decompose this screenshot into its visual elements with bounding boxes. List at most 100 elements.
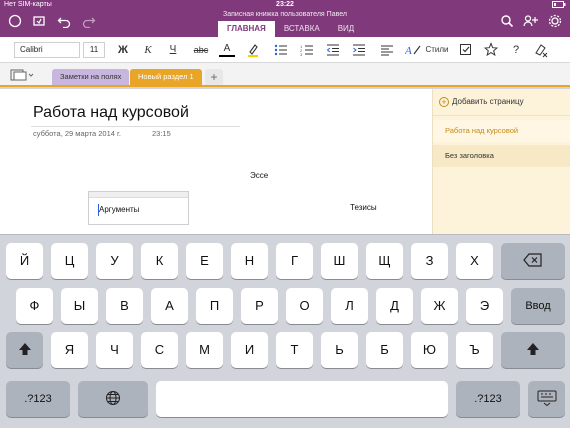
key[interactable]: В [106,288,143,324]
key[interactable]: Щ [366,243,403,279]
numbers-key-right[interactable]: .?123 [456,381,520,417]
section-tab-margin-notes[interactable]: Заметки на полях [52,69,130,85]
key[interactable]: С [141,332,178,368]
styles-icon[interactable]: A [404,42,423,63]
font-size-field[interactable]: 11 [83,42,105,58]
key[interactable]: Ь [321,332,358,368]
key[interactable]: Ю [411,332,448,368]
key[interactable]: Ц [51,243,88,279]
space-key[interactable] [156,381,448,417]
shift-key-right[interactable] [501,332,565,368]
key[interactable]: Е [186,243,223,279]
search-icon[interactable] [498,14,516,32]
key[interactable]: Э [466,288,503,324]
onscreen-keyboard: Й Ц У К Е Н Г Ш Щ З Х Ф Ы В А П Р О Л Д … [0,234,570,428]
bullet-list-icon[interactable] [274,42,288,63]
note-text-arguments[interactable]: Аргументы [99,205,139,214]
enter-key[interactable]: Ввод [511,288,565,324]
key[interactable]: Ж [421,288,458,324]
key[interactable]: Л [331,288,368,324]
key[interactable]: П [196,288,233,324]
backspace-key[interactable] [501,243,565,279]
highlighter-icon[interactable] [246,42,260,63]
help-icon[interactable]: ? [509,42,523,58]
key[interactable]: Д [376,288,413,324]
sync-icon[interactable] [30,14,48,32]
ribbon-tabs: ГЛАВНАЯ ВСТАВКА ВИД [218,21,363,37]
font-color-button[interactable]: A [219,42,235,57]
indent-icon[interactable] [352,42,366,63]
redo-icon[interactable] [80,14,98,32]
tab-view[interactable]: ВИД [329,21,364,37]
title-divider [31,126,240,127]
key[interactable]: Г [276,243,313,279]
key[interactable]: Б [366,332,403,368]
key[interactable]: Т [276,332,313,368]
notebooks-icon[interactable] [6,14,24,32]
outdent-icon[interactable] [326,42,340,63]
shift-key-left[interactable] [6,332,43,368]
key[interactable]: Ы [61,288,98,324]
note-container-handle[interactable] [89,192,188,198]
bold-button[interactable]: Ж [115,42,131,58]
strikethrough-button[interactable]: abc [190,42,212,58]
page-canvas[interactable]: Работа над курсовой суббота, 29 марта 20… [0,89,432,234]
settings-icon[interactable] [546,14,564,32]
backspace-icon [523,253,542,267]
key[interactable]: О [286,288,323,324]
key[interactable]: И [231,332,268,368]
undo-icon[interactable] [55,14,73,32]
clear-format-icon[interactable] [533,42,549,63]
tab-home[interactable]: ГЛАВНАЯ [218,21,275,37]
page-time: 23:15 [152,129,171,138]
key[interactable]: З [411,243,448,279]
page-list-item-active[interactable]: Работа над курсовой [433,120,570,142]
numbered-list-icon[interactable]: 123 [300,42,314,63]
key[interactable]: Ч [96,332,133,368]
key[interactable]: Я [51,332,88,368]
note-text-thesis[interactable]: Тезисы [350,203,377,212]
key[interactable]: Р [241,288,278,324]
notebook-picker-icon[interactable] [10,69,34,84]
app-header: Нет SIM-карты 23:22 Записная книжка поль… [0,0,570,37]
key[interactable]: Н [231,243,268,279]
key[interactable]: Ш [321,243,358,279]
key[interactable]: А [151,288,188,324]
globe-icon [106,391,120,406]
pages-divider [433,115,570,116]
key[interactable]: Ъ [456,332,493,368]
styles-button[interactable]: Стили [424,42,450,58]
share-icon[interactable] [522,14,540,32]
shift-icon [527,343,539,356]
numbers-key-left[interactable]: .?123 [6,381,70,417]
svg-text:A: A [405,45,412,57]
hide-keyboard-key[interactable] [528,381,565,417]
italic-button[interactable]: К [140,42,156,58]
add-page-button[interactable]: + Добавить страницу [439,95,524,109]
key[interactable]: К [141,243,178,279]
key[interactable]: У [96,243,133,279]
tab-insert[interactable]: ВСТАВКА [275,21,329,37]
keyboard-hide-icon [537,390,556,407]
underline-button[interactable]: Ч [165,42,181,58]
section-tab-new-section[interactable]: Новый раздел 1 [130,69,202,85]
key[interactable]: Й [6,243,43,279]
key[interactable]: Ф [16,288,53,324]
star-icon[interactable] [483,42,499,63]
shift-icon [18,343,31,356]
status-bar: Нет SIM-карты 23:22 [0,0,570,10]
add-section-button[interactable]: + [205,69,223,85]
note-container-arguments[interactable]: Аргументы [88,191,189,225]
align-icon[interactable] [380,42,394,63]
battery-icon [552,1,566,10]
note-text-essay[interactable]: Эссе [250,171,268,180]
key[interactable]: Х [456,243,493,279]
globe-key[interactable] [78,381,148,417]
font-name-field[interactable]: Calibri [14,42,80,58]
checkbox-tag-icon[interactable] [459,42,473,63]
page-title[interactable]: Работа над курсовой [33,104,189,122]
add-page-label: Добавить страницу [452,97,524,106]
key[interactable]: М [186,332,223,368]
page-date: суббота, 29 марта 2014 г. [33,129,121,138]
page-list-item[interactable]: Без заголовка [433,145,570,167]
